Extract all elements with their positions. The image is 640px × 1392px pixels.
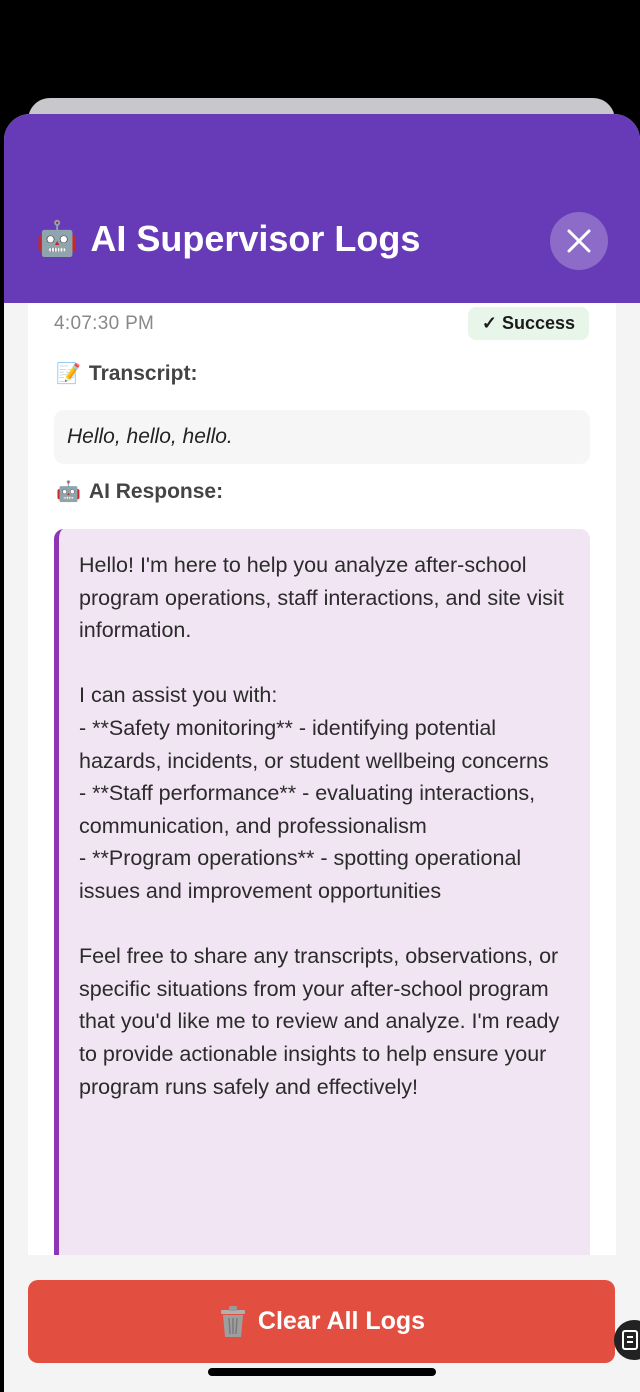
close-icon <box>567 229 591 253</box>
clear-all-logs-label: Clear All Logs <box>257 1307 426 1335</box>
status-badge: ✓ Success <box>468 307 589 340</box>
transcript-heading: 📝 Transcript: <box>56 362 197 386</box>
ai-response-text: Hello! I'm here to help you analyze afte… <box>54 529 590 1255</box>
log-entry: 4:07:30 PM ✓ Success 📝 Transcript: Hello… <box>28 303 616 1255</box>
robot-icon: 🤖 <box>36 220 79 258</box>
home-indicator <box>208 1368 436 1376</box>
log-timestamp: 4:07:30 PM <box>54 313 155 334</box>
robot-icon: 🤖 <box>56 481 81 503</box>
transcript-text: Hello, hello, hello. <box>54 410 590 464</box>
transcript-label: Transcript: <box>88 362 198 385</box>
response-heading: 🤖 AI Response: <box>56 480 223 504</box>
modal-title-text: AI Supervisor Logs <box>90 218 421 259</box>
response-label: AI Response: <box>88 480 224 503</box>
modal-header: 🤖 AI Supervisor Logs <box>4 114 640 303</box>
screen: 🤖 AI Supervisor Logs 4:07:30 PM ✓ Succes… <box>0 0 640 1392</box>
modal-title: 🤖 AI Supervisor Logs <box>36 218 420 260</box>
document-icon <box>622 1330 638 1350</box>
clear-all-logs-button[interactable]: Clear All Logs <box>28 1280 615 1363</box>
memo-icon: 📝 <box>56 363 81 385</box>
close-button[interactable] <box>550 212 608 270</box>
logs-modal: 🤖 AI Supervisor Logs 4:07:30 PM ✓ Succes… <box>4 114 640 1392</box>
trash-icon <box>220 1305 245 1337</box>
